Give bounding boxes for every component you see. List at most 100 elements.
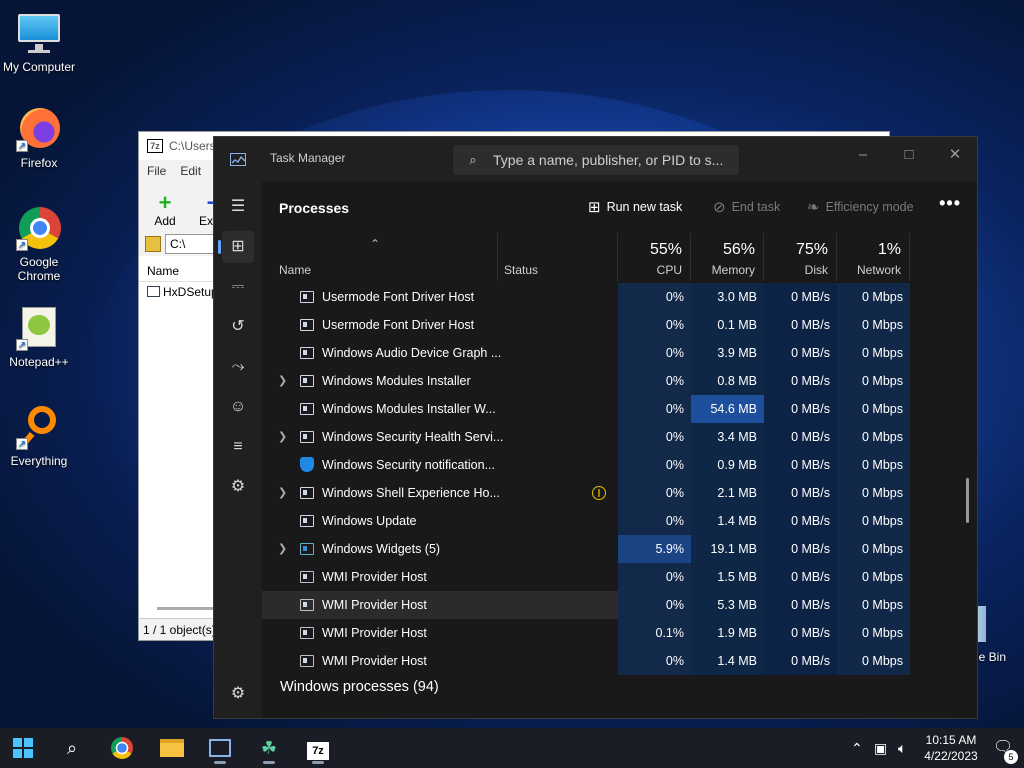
- process-mem-cell: 1.5 MB: [691, 563, 764, 591]
- table-row[interactable]: ❯ Windows Widgets (5) 5.9% 19.1 MB 0 MB/s 0 M…: [262, 535, 977, 563]
- taskbar-app-button[interactable]: ☘: [249, 732, 289, 764]
- shortcut-arrow-icon: ↗: [16, 239, 28, 251]
- column-header-network[interactable]: 1% Network: [837, 233, 910, 281]
- services-tab-icon[interactable]: ⚙: [222, 471, 254, 503]
- table-row[interactable]: WMI Provider Host 0% 1.5 MB 0 MB/s 0 Mbps: [262, 563, 977, 591]
- clock[interactable]: 10:15 AM 4/22/2023: [918, 732, 984, 764]
- process-net-cell: 0 Mbps: [837, 591, 910, 619]
- menu-file[interactable]: File: [147, 164, 166, 178]
- more-options-button[interactable]: •••: [939, 193, 961, 214]
- settings-gear-icon[interactable]: ⚙: [222, 678, 254, 710]
- end-task-button[interactable]: ⊘ End task: [713, 198, 780, 216]
- disk-total-percent: 75%: [795, 241, 828, 258]
- table-row[interactable]: WMI Provider Host 0.1% 1.9 MB 0 MB/s 0 Mbps: [262, 619, 977, 647]
- process-search-box[interactable]: ⌕: [453, 145, 739, 175]
- table-row[interactable]: WMI Provider Host 0% 1.4 MB 0 MB/s 0 Mbps: [262, 647, 977, 675]
- up-folder-icon[interactable]: [145, 236, 161, 252]
- desktop-icon-notepadpp[interactable]: ↗ Notepad++: [0, 305, 78, 369]
- taskbar-file-explorer-button[interactable]: [152, 732, 192, 764]
- expand-chevron-icon[interactable]: ❯: [278, 367, 287, 395]
- process-cpu-cell: 0%: [618, 563, 691, 591]
- taskmanager-sidebar: ☰ ⊞ ⎓ ↺ ⤳ ☺ ≡ ⚙ ⚙: [214, 181, 262, 718]
- processes-tab-icon[interactable]: ⊞: [218, 231, 254, 263]
- table-row[interactable]: Windows Modules Installer W... 0% 54.6 MB 0…: [262, 395, 977, 423]
- volume-icon[interactable]: 🔈︎: [898, 728, 906, 768]
- maximize-button[interactable]: □: [886, 141, 932, 171]
- process-status-cell: [498, 535, 618, 563]
- search-icon: ⌕: [66, 738, 78, 758]
- clock-time: 10:15 AM: [925, 733, 977, 747]
- process-net-cell: 0 Mbps: [837, 367, 910, 395]
- vertical-scrollbar[interactable]: [966, 478, 969, 523]
- expand-chevron-icon[interactable]: ❯: [278, 535, 287, 563]
- performance-tab-icon[interactable]: ⎓: [222, 271, 254, 303]
- add-button[interactable]: + Add: [145, 190, 185, 229]
- process-status-cell: [498, 507, 618, 535]
- run-task-icon: ⊞: [588, 199, 601, 216]
- run-new-task-button[interactable]: ⊞ Run new task: [588, 198, 682, 216]
- taskbar-7zip-button[interactable]: 7z: [298, 732, 338, 764]
- efficiency-mode-button[interactable]: ❧ Efficiency mode: [807, 198, 914, 216]
- folder-icon: [160, 739, 184, 757]
- column-header-memory[interactable]: 56% Memory: [691, 233, 764, 281]
- details-tab-icon[interactable]: ≡: [222, 431, 254, 463]
- table-row[interactable]: WMI Provider Host 0% 5.3 MB 0 MB/s 0 Mbps: [262, 591, 977, 619]
- process-cpu-cell: 0%: [618, 479, 691, 507]
- process-name: WMI Provider Host: [322, 654, 427, 668]
- process-name: Windows Security Health Servi...: [322, 430, 504, 444]
- taskmanager-window[interactable]: Task Manager ⌕ – □ ✕ ☰ ⊞ ⎓ ↺ ⤳ ☺ ≡ ⚙ ⚙ P…: [213, 136, 978, 719]
- app-window-icon: [300, 403, 314, 415]
- plus-icon: +: [158, 190, 172, 215]
- app-history-tab-icon[interactable]: ↺: [222, 311, 254, 343]
- desktop-icon-everything[interactable]: ↗ Everything: [0, 404, 78, 468]
- column-header-name[interactable]: ⌃ Name: [262, 233, 498, 281]
- table-row[interactable]: Usermode Font Driver Host 0% 3.0 MB 0 MB/s 0…: [262, 283, 977, 311]
- startup-apps-tab-icon[interactable]: ⤳: [222, 351, 254, 383]
- process-disk-cell: 0 MB/s: [764, 283, 837, 311]
- taskbar-task-manager-button[interactable]: [200, 732, 240, 764]
- horizontal-scrollbar[interactable]: [157, 607, 213, 610]
- desktop-icon-chrome[interactable]: ↗ Google Chrome: [0, 205, 78, 283]
- expand-chevron-icon[interactable]: ❯: [278, 479, 287, 507]
- show-hidden-icons-chevron-icon[interactable]: ⌃: [851, 728, 863, 768]
- network-status-icon[interactable]: ▣: [874, 728, 887, 768]
- hamburger-menu-icon[interactable]: ☰: [222, 191, 254, 223]
- menu-edit[interactable]: Edit: [180, 164, 201, 178]
- close-button[interactable]: ✕: [932, 141, 978, 171]
- process-status-cell: [498, 367, 618, 395]
- table-row[interactable]: Windows Security notification... 0% 0.9 MB…: [262, 451, 977, 479]
- group-header-windows-processes[interactable]: Windows processes (94): [280, 679, 439, 695]
- search-input[interactable]: [493, 152, 729, 168]
- search-button[interactable]: ⌕: [52, 732, 92, 764]
- table-row[interactable]: Windows Update 0% 1.4 MB 0 MB/s 0 Mbps: [262, 507, 977, 535]
- wmi-icon: [300, 655, 314, 667]
- start-button[interactable]: [3, 732, 43, 764]
- column-header-status[interactable]: Status: [498, 233, 618, 281]
- app-window-icon: [300, 319, 314, 331]
- efficiency-mode-label: Efficiency mode: [825, 200, 914, 214]
- shortcut-arrow-icon: ↗: [16, 438, 28, 450]
- table-row[interactable]: ❯ Windows Modules Installer 0% 0.8 MB 0 MB/s…: [262, 367, 977, 395]
- column-network-label: Network: [856, 263, 901, 277]
- process-mem-cell: 1.9 MB: [691, 619, 764, 647]
- table-row[interactable]: Windows Audio Device Graph ... 0% 3.9 MB 0 …: [262, 339, 977, 367]
- column-header-cpu[interactable]: 55% CPU: [618, 233, 691, 281]
- app-window-icon: [300, 431, 314, 443]
- table-row[interactable]: Usermode Font Driver Host 0% 0.1 MB 0 MB/s 0…: [262, 311, 977, 339]
- taskmanager-titlebar[interactable]: Task Manager ⌕ – □ ✕: [214, 137, 977, 181]
- users-tab-icon[interactable]: ☺: [222, 391, 254, 423]
- desktop-icon-firefox[interactable]: ↗ Firefox: [0, 106, 78, 170]
- process-status-cell: [498, 563, 618, 591]
- app-window-icon: [300, 347, 314, 359]
- table-row[interactable]: ❯ Windows Shell Experience Ho... ∥ 0% 2.1 MB…: [262, 479, 977, 507]
- column-header-disk[interactable]: 75% Disk: [764, 233, 837, 281]
- process-name-cell: WMI Provider Host: [262, 591, 498, 619]
- expand-chevron-icon[interactable]: ❯: [278, 423, 287, 451]
- notification-count-badge: 5: [1004, 750, 1018, 764]
- minimize-button[interactable]: –: [840, 141, 886, 171]
- suspended-icon: ∥: [592, 486, 606, 500]
- taskbar-chrome-button[interactable]: [102, 732, 142, 764]
- process-name: Windows Modules Installer: [322, 374, 471, 388]
- table-row[interactable]: ❯ Windows Security Health Servi... 0% 3.4 M…: [262, 423, 977, 451]
- desktop-icon-my-computer[interactable]: My Computer: [0, 10, 78, 74]
